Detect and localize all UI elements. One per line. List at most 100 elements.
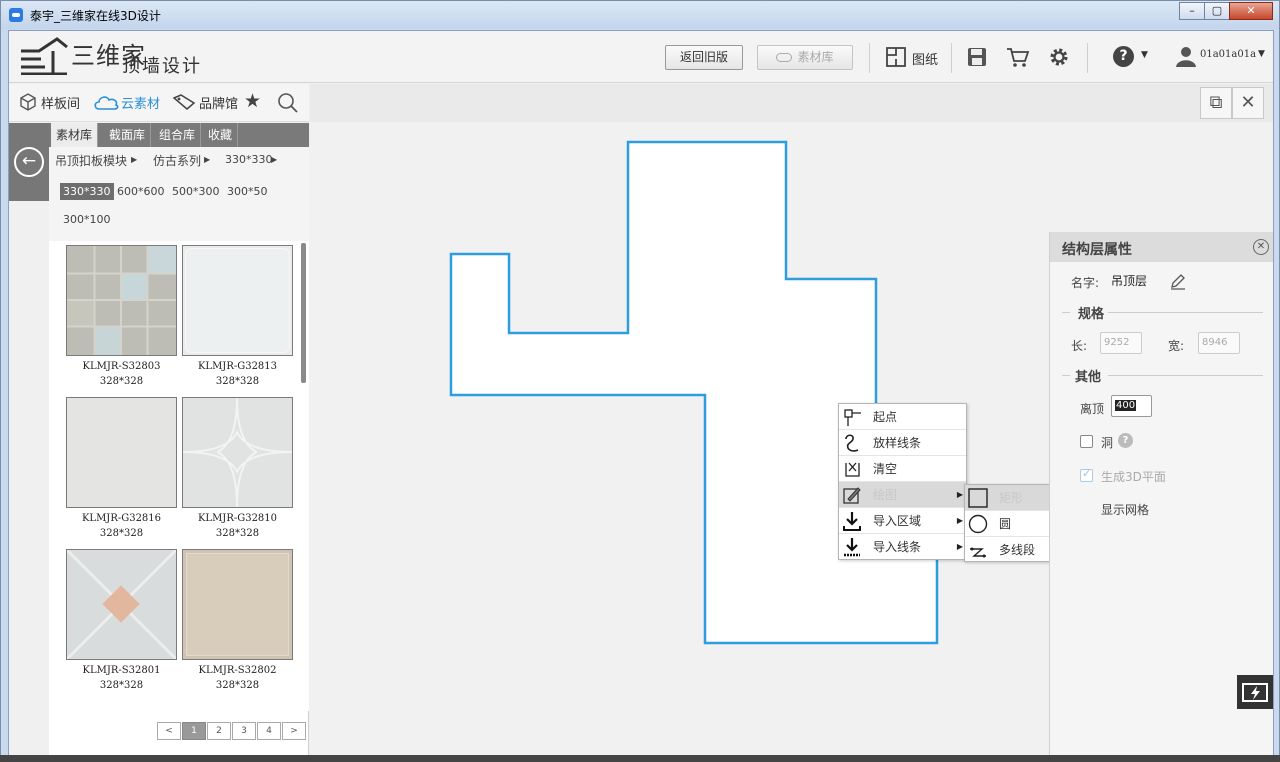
drawings-label[interactable]: 图纸 <box>912 49 938 68</box>
caret-right-icon: ▶ <box>204 155 211 164</box>
tile-name: KLMJR-G32813 <box>197 361 278 372</box>
show-grid-label[interactable]: 显示网格 <box>1101 501 1149 518</box>
page-button[interactable]: 2 <box>207 722 231 740</box>
client-area: 三维家 顶墙设计 返回旧版 素材库 图纸 ? ▼ 01a01a01a ▼ 样板间… <box>8 30 1274 756</box>
flash-card-icon <box>1242 683 1268 702</box>
generate-3d-checkbox[interactable] <box>1080 467 1093 482</box>
size-option[interactable]: 300*50 <box>224 183 271 200</box>
restore-view-icon[interactable]: ⧉ <box>1200 87 1232 119</box>
user-menu-button[interactable]: 01a01a01a ▼ <box>1175 45 1271 69</box>
tile-name: KLMJR-S32801 <box>82 665 161 676</box>
section-line <box>1108 312 1263 313</box>
ceiling-shape[interactable] <box>449 140 939 645</box>
help-circle-icon[interactable]: ? <box>1118 433 1133 448</box>
cart-icon[interactable] <box>1006 45 1030 69</box>
menu-item-import-area[interactable]: 导入区域 ▶ <box>839 508 966 534</box>
menu-item-label: 放样线条 <box>873 436 922 450</box>
breadcrumb-item[interactable]: 仿古系列 <box>153 152 201 169</box>
page-button[interactable]: 3 <box>232 722 256 740</box>
tag-icon <box>173 94 195 110</box>
close-button[interactable]: ✕ <box>1229 2 1273 20</box>
properties-title: 结构层属性 <box>1062 242 1132 258</box>
canvas-toolbar: ⧉ ✕ <box>310 84 1273 122</box>
maximize-button[interactable]: ▢ <box>1204 2 1230 20</box>
save-icon[interactable] <box>965 45 989 69</box>
subtab-favorites[interactable]: 收藏 <box>203 123 239 147</box>
width-input[interactable]: 8946 <box>1198 332 1240 354</box>
tab-sample-room[interactable]: 样板间 <box>19 92 83 114</box>
tile-thumbnail[interactable] <box>65 548 178 661</box>
back-old-version-button[interactable]: 返回旧版 <box>665 45 743 70</box>
menu-item-label: 导入区域 <box>873 514 922 528</box>
submenu-arrow-icon: ▶ <box>956 490 963 499</box>
size-option[interactable]: 330*330 <box>60 183 114 200</box>
subtab-section-library[interactable]: 截面库 <box>104 123 152 147</box>
tile-thumbnail[interactable] <box>182 397 293 508</box>
tile-name: KLMJR-S32803 <box>82 361 161 372</box>
close-panel-icon[interactable]: ✕ <box>1253 239 1269 255</box>
header-separator <box>869 43 870 73</box>
submenu-arrow-icon: ▶ <box>956 542 963 551</box>
tile-thumbnail[interactable] <box>66 245 177 356</box>
breadcrumb-item[interactable]: 330*330 <box>225 153 273 166</box>
search-icon[interactable] <box>277 92 299 114</box>
quick-action-button[interactable] <box>1237 675 1273 709</box>
prev-page-button[interactable]: < <box>157 722 181 740</box>
tab-brand-hall[interactable]: 品牌馆 <box>173 92 243 114</box>
size-option[interactable]: 500*300 <box>169 183 223 200</box>
menu-item-label: 圆 <box>999 517 1012 531</box>
tile-name: KLMJR-S32802 <box>198 665 277 676</box>
material-library-button[interactable]: 素材库 <box>757 45 853 70</box>
menu-item-label: 多线段 <box>999 543 1036 557</box>
tile-thumbnail[interactable] <box>182 245 293 356</box>
tab-sample-room-label: 样板间 <box>41 97 81 112</box>
tile-scrollbar[interactable] <box>301 243 306 383</box>
menu-item-start-point[interactable]: 起点 <box>839 404 966 430</box>
close-icon: ✕ <box>1246 4 1256 17</box>
size-option[interactable]: 300*100 <box>60 211 114 228</box>
tab-cloud-material-label: 云素材 <box>121 97 161 112</box>
favorite-star-icon[interactable]: ★ <box>244 90 261 112</box>
hole-checkbox[interactable] <box>1080 435 1093 448</box>
next-page-button[interactable]: > <box>282 722 306 740</box>
header-separator <box>951 43 952 73</box>
floorplan-icon[interactable] <box>884 45 908 69</box>
edit-pencil-icon[interactable] <box>1169 272 1187 290</box>
tab-brand-hall-label: 品牌馆 <box>199 97 239 112</box>
close-canvas-icon[interactable]: ✕ <box>1232 87 1264 119</box>
tile-thumbnail[interactable] <box>182 549 293 660</box>
minimize-button[interactable]: – <box>1179 2 1205 20</box>
draw-icon <box>843 487 861 504</box>
material-panel: 素材库 截面库 组合库 收藏 吊顶扣板模块 ▶ 仿古系列 ▶ 330*330 ▶… <box>49 123 309 755</box>
length-input[interactable]: 9252 <box>1100 332 1142 354</box>
settings-gear-icon[interactable] <box>1047 45 1071 69</box>
subtab-combo-library[interactable]: 组合库 <box>154 123 202 147</box>
chevron-down-icon: ▼ <box>1141 50 1148 60</box>
back-arrow-icon[interactable]: ← <box>14 147 44 177</box>
tile-size: 328*328 <box>215 680 260 691</box>
tile-thumbnail[interactable] <box>66 397 177 508</box>
page-button[interactable]: 4 <box>257 722 281 740</box>
size-option[interactable]: 600*600 <box>114 183 168 200</box>
help-menu-button[interactable]: ? ▼ <box>1113 46 1153 70</box>
menu-item-draw[interactable]: 绘图 ▶ <box>839 482 966 508</box>
tile-size: 328*328 <box>215 528 260 539</box>
offset-input[interactable]: 400 <box>1111 395 1152 417</box>
tile-pattern <box>65 548 178 661</box>
section-line <box>1062 312 1070 313</box>
menu-item-import-line[interactable]: 导入线条 ▶ <box>839 534 966 560</box>
chevron-down-icon: ▼ <box>1258 49 1265 59</box>
import-area-icon <box>843 512 861 531</box>
cloud-app-icon <box>9 8 23 22</box>
rectangle-icon <box>968 488 988 508</box>
cube-icon <box>20 93 36 111</box>
menu-item-clear[interactable]: 清空 <box>839 456 966 482</box>
subtab-material-library[interactable]: 素材库 <box>51 123 99 147</box>
breadcrumb-item[interactable]: 吊顶扣板模块 <box>55 152 127 169</box>
app-header: 三维家 顶墙设计 返回旧版 素材库 图纸 ? ▼ 01a01a01a ▼ <box>9 31 1273 83</box>
tile-pattern <box>185 248 290 353</box>
tab-cloud-material[interactable]: 云素材 <box>93 92 165 114</box>
offset-label: 离顶 <box>1080 402 1105 416</box>
page-button[interactable]: 1 <box>182 722 206 740</box>
menu-item-loft-line[interactable]: 放样线条 <box>839 430 966 456</box>
